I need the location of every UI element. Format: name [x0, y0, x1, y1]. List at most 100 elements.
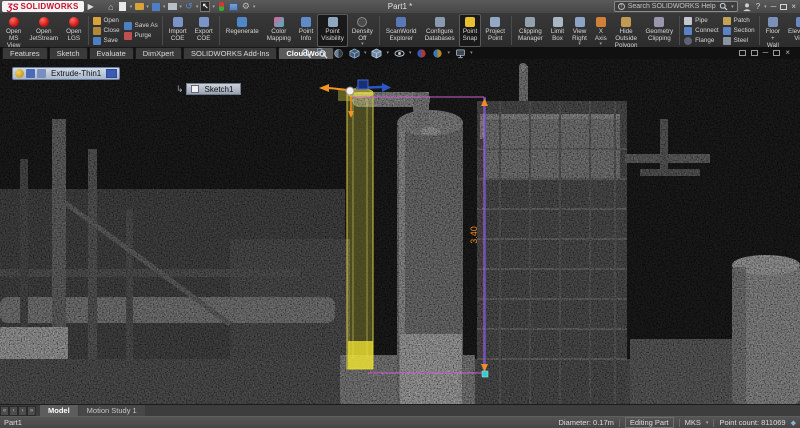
tab-scroll-last-icon[interactable]: »: [27, 406, 36, 416]
help-caret-icon[interactable]: ▾: [764, 4, 767, 10]
traffic-light-icon[interactable]: [217, 1, 227, 12]
save-as-button[interactable]: Save As: [124, 21, 158, 30]
tab-scroll-first-icon[interactable]: «: [0, 406, 9, 416]
section-view-icon[interactable]: [332, 47, 344, 59]
zoom-area-icon[interactable]: [316, 47, 328, 59]
import-coe-button[interactable]: Import COE: [165, 14, 191, 47]
dropdown-caret-icon[interactable]: ▾: [196, 4, 199, 10]
geometry-clipping-button[interactable]: Geometry Clipping: [642, 14, 678, 47]
search-icon[interactable]: [719, 2, 728, 11]
menu-expand-arrow-icon[interactable]: ▶: [84, 2, 98, 11]
close-doc-icon[interactable]: ×: [785, 48, 790, 58]
point-snap-button[interactable]: Point Snap: [459, 14, 482, 47]
help-menu-icon[interactable]: ?: [756, 2, 760, 11]
feature-breadcrumb[interactable]: Extrude-Thin1: [12, 67, 120, 80]
density-off-button[interactable]: Density Off▾: [348, 14, 377, 47]
point-cloud-canvas[interactable]: 3.40: [0, 59, 800, 404]
dropdown-caret-icon[interactable]: ▾: [387, 50, 390, 56]
project-point-button[interactable]: Project Point: [481, 14, 509, 47]
manipulator-origin-ball[interactable]: [346, 87, 354, 95]
restore-doc-icon[interactable]: [773, 50, 780, 56]
search-input[interactable]: ? Search SOLIDWORKS Help ▾: [614, 1, 738, 12]
pipe-button[interactable]: Pipe: [684, 16, 718, 25]
status-units[interactable]: MKS: [685, 418, 701, 427]
view-orientation-icon[interactable]: [348, 47, 360, 59]
point-visibility-button[interactable]: Point Visibility: [317, 14, 348, 47]
close-icon[interactable]: ×: [791, 2, 796, 11]
save-icon[interactable]: [151, 1, 161, 12]
scanworld-explorer-button[interactable]: ScanWorld Explorer: [382, 14, 421, 47]
sketch-name[interactable]: Sketch1: [202, 85, 237, 94]
open-ms-view-button[interactable]: Open MS View: [2, 14, 25, 47]
cascade-icon[interactable]: [739, 50, 746, 56]
open-lgs-button[interactable]: Open LGS: [62, 14, 85, 47]
dropdown-caret-icon[interactable]: ▾: [212, 4, 215, 10]
search-caret-icon[interactable]: ▾: [731, 4, 734, 10]
open-jetstream-button[interactable]: Open JetStream: [25, 14, 62, 47]
feature-end-box-icon[interactable]: [106, 69, 117, 78]
zoom-fit-icon[interactable]: [300, 47, 312, 59]
tab-dimxpert[interactable]: DimXpert: [135, 47, 182, 59]
tab-sketch[interactable]: Sketch: [49, 47, 88, 59]
hide-outside-polygon-button[interactable]: Hide Outside Polygon▾: [611, 14, 642, 47]
point-info-button[interactable]: Point Info: [295, 14, 317, 47]
minimize-icon[interactable]: ─: [771, 2, 777, 11]
open-folder-icon[interactable]: [134, 1, 144, 12]
user-account-icon[interactable]: [742, 2, 752, 12]
dropdown-caret-icon[interactable]: ▾: [146, 4, 149, 10]
close-button[interactable]: Close: [93, 26, 120, 35]
x-axis-button[interactable]: X Axis▾: [591, 14, 611, 47]
tab-scroll-next-icon[interactable]: ›: [18, 406, 27, 416]
dropdown-caret-icon[interactable]: ▾: [179, 4, 182, 10]
status-right-icon[interactable]: ◆: [791, 419, 796, 427]
tab-features[interactable]: Features: [2, 47, 48, 59]
open-button[interactable]: Open: [93, 16, 120, 25]
feature-name[interactable]: Extrude-Thin1: [48, 69, 104, 78]
tab-model[interactable]: Model: [40, 405, 78, 417]
display-style-icon[interactable]: [371, 47, 383, 59]
tab-solidworks-add-ins[interactable]: SOLIDWORKS Add-Ins: [183, 47, 277, 59]
patch-button[interactable]: Patch: [723, 16, 755, 25]
edit-appearance-icon[interactable]: [416, 47, 428, 59]
undo-icon[interactable]: ↺: [184, 1, 194, 12]
new-document-icon[interactable]: [118, 1, 128, 12]
dropdown-caret-icon[interactable]: ▾: [600, 42, 603, 46]
connect-button[interactable]: Connect: [684, 26, 718, 35]
hide-show-items-icon[interactable]: [393, 47, 405, 59]
clipping-manager-button[interactable]: Clipping Manager: [514, 14, 547, 47]
limit-box-button[interactable]: Limit Box: [547, 14, 568, 47]
dropdown-caret-icon[interactable]: ▾: [361, 42, 364, 46]
regenerate-button[interactable]: Regenerate: [222, 14, 263, 47]
viewport[interactable]: 3.40 Extrude-Thin1 ↳ Sketch1: [0, 59, 800, 404]
dropdown-caret-icon[interactable]: ▾: [364, 50, 367, 56]
dropdown-caret-icon[interactable]: ▾: [448, 50, 451, 56]
minimize-doc-icon[interactable]: ─: [763, 48, 769, 58]
configure-databases-button[interactable]: Configure Databases: [421, 14, 459, 47]
purge-button[interactable]: Purge: [124, 31, 158, 40]
flange-button[interactable]: Flange: [684, 36, 718, 45]
elevation-view-button[interactable]: Elevation View▾: [784, 14, 800, 47]
print-icon[interactable]: [167, 1, 177, 12]
dropdown-caret-icon[interactable]: ▾: [470, 50, 473, 56]
dropdown-caret-icon[interactable]: ▾: [409, 50, 412, 56]
tile-icon[interactable]: [751, 50, 758, 56]
restore-icon[interactable]: [780, 4, 787, 10]
dropdown-caret-icon[interactable]: ▾: [578, 42, 581, 46]
section-button[interactable]: Section: [723, 26, 755, 35]
units-caret-icon[interactable]: ▾: [706, 420, 709, 426]
dropdown-caret-icon[interactable]: ▾: [130, 4, 133, 10]
manipulator-handle-box[interactable]: [358, 80, 368, 89]
sketch-breadcrumb[interactable]: ↳ Sketch1: [176, 83, 241, 95]
tab-scroll-prev-icon[interactable]: ‹: [9, 406, 18, 416]
dropdown-caret-icon[interactable]: ▾: [253, 4, 256, 10]
steel-button[interactable]: Steel: [723, 36, 755, 45]
tab-motion-study[interactable]: Motion Study 1: [79, 405, 145, 417]
design-table-icon[interactable]: [229, 1, 239, 12]
color-mapping-button[interactable]: Color Mapping: [263, 14, 295, 47]
view-settings-icon[interactable]: [454, 47, 466, 59]
apply-scene-icon[interactable]: [432, 47, 444, 59]
home-icon[interactable]: ⌂: [106, 1, 116, 12]
dropdown-caret-icon[interactable]: ▾: [163, 4, 166, 10]
export-coe-button[interactable]: Export COE: [191, 14, 217, 47]
tab-evaluate[interactable]: Evaluate: [89, 47, 134, 59]
